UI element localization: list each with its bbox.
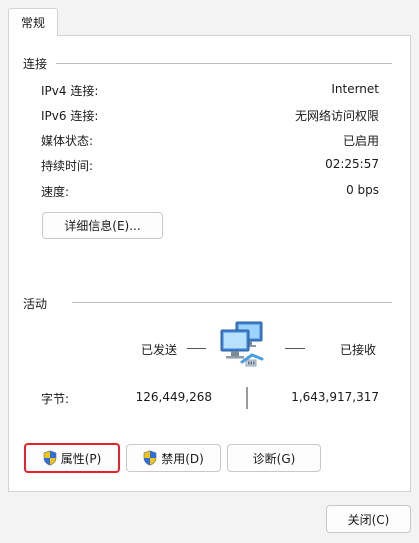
bytes-separator: [246, 387, 248, 409]
disable-button-label: 禁用(D): [161, 451, 204, 466]
duration-value: 02:25:57: [325, 157, 379, 171]
bytes-label: 字节:: [41, 392, 70, 406]
connection-group-title: 连接: [23, 57, 48, 71]
uac-shield-icon: [143, 450, 157, 466]
speed-label: 速度:: [41, 185, 70, 199]
activity-divider: [72, 302, 392, 303]
ipv6-value: 无网络访问权限: [294, 109, 379, 123]
media-state-value: 已启用: [342, 134, 379, 148]
bytes-received-value: 1,643,917,317: [291, 390, 379, 404]
bytes-sent-value: 126,449,268: [135, 390, 212, 404]
diagnose-button[interactable]: 诊断(G): [227, 444, 321, 472]
properties-button[interactable]: 属性(P): [24, 443, 120, 473]
ipv6-label: IPv6 连接:: [41, 109, 99, 123]
received-dash: [285, 348, 305, 349]
uac-shield-icon: [43, 450, 57, 466]
details-button[interactable]: 详细信息(E)...: [42, 212, 163, 239]
sent-label: 已发送: [141, 343, 178, 357]
speed-value: 0 bps: [346, 183, 379, 197]
tab-general[interactable]: 常规: [8, 8, 58, 36]
duration-label: 持续时间:: [41, 159, 94, 173]
ipv4-label: IPv4 连接:: [41, 84, 99, 98]
properties-button-label: 属性(P): [60, 451, 102, 466]
close-button[interactable]: 关闭(C): [326, 505, 411, 533]
ipv4-value: Internet: [331, 82, 379, 96]
disable-button[interactable]: 禁用(D): [126, 444, 221, 472]
connection-divider: [56, 63, 392, 64]
network-computers-icon: [218, 318, 270, 370]
sent-dash: [187, 348, 206, 349]
tab-general-label: 常规: [20, 16, 45, 30]
activity-group-title: 活动: [23, 297, 48, 311]
tab-panel: [8, 35, 411, 492]
received-label: 已接收: [340, 343, 377, 357]
media-state-label: 媒体状态:: [41, 134, 94, 148]
